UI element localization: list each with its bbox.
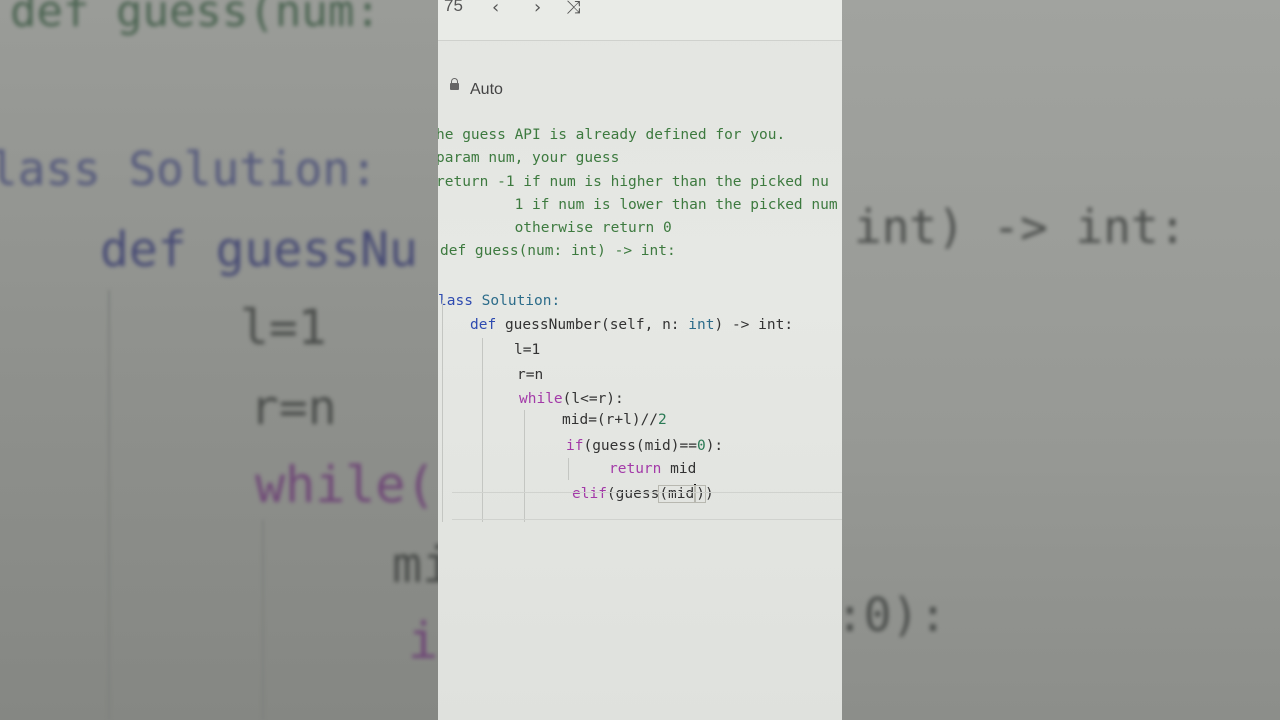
bg-guess-signature: def guess(num:: [10, 0, 381, 37]
def-keyword: def: [470, 317, 497, 333]
while-condition: (l<=r):: [562, 391, 624, 407]
code-comment-line: he guess API is already defined for you.: [438, 127, 786, 143]
def-return: ) -> int:: [714, 317, 794, 333]
language-selector[interactable]: Auto: [438, 72, 842, 108]
shuffle-icon[interactable]: ⤨: [566, 0, 580, 18]
problem-counter: 75: [444, 0, 463, 15]
if-condition: (guess(mid)==: [583, 438, 697, 454]
bg-indent-guide: [262, 520, 264, 720]
mid-divisor: 2: [658, 412, 667, 428]
code-line-r-assign: r=n: [517, 367, 544, 383]
chevron-right-icon[interactable]: ›: [534, 0, 541, 18]
bg-r-assign: r=n: [250, 380, 337, 436]
def-signature: guessNumber(self, n:: [504, 317, 680, 333]
code-editor[interactable]: he guess API is already defined for you.…: [438, 120, 842, 540]
code-line-if: if(guess(mid)==0):: [566, 437, 723, 455]
code-line-class: lass Solution:: [438, 292, 560, 310]
return-keyword: return: [609, 461, 662, 477]
return-value: mid: [661, 461, 697, 477]
blurred-background-right: int) -> int: :0):: [842, 0, 1280, 720]
class-keyword: lass: [438, 293, 473, 309]
code-comment-line: param num, your guess: [438, 150, 620, 166]
code-line-while: while(l<=r):: [519, 390, 624, 408]
def-param-type: int: [688, 317, 715, 333]
bg-mid-line: mi: [392, 536, 438, 594]
code-line-def: def guessNumber(self, n: int) -> int:: [470, 316, 793, 334]
if-keyword: if: [566, 438, 584, 454]
code-line-l-assign: l=1: [514, 342, 541, 358]
while-keyword: while: [519, 391, 563, 407]
code-line-mid: mid=(r+l)//2: [562, 411, 667, 429]
if-end: ):: [705, 438, 724, 454]
bg-while-line: while(: [255, 456, 436, 514]
language-label[interactable]: Auto: [470, 81, 503, 99]
chevron-left-icon[interactable]: ‹: [492, 0, 499, 18]
code-comment-line: 1 if num is lower than the picked num: [438, 197, 838, 213]
code-comment-line: def guess(num: int) -> int:: [440, 243, 676, 259]
lock-icon: [450, 78, 459, 90]
bg-indent-guide: [108, 290, 110, 720]
bg-def-line: def guessNu: [100, 222, 418, 278]
current-line-highlight: [452, 492, 842, 520]
indent-guide: [442, 300, 443, 522]
bg-l-assign: l=1: [240, 300, 327, 356]
bg-return-type: int) -> int:: [854, 200, 1187, 254]
bg-class-line: lass Solution:: [0, 142, 378, 196]
code-line-return: return mid: [609, 460, 696, 478]
class-name: Solution:: [481, 293, 561, 309]
phone-screen: 75 ‹ › ⤨ Auto he guess API is already de…: [438, 0, 842, 720]
mid-expression: mid=(r+l)//: [562, 412, 659, 428]
blurred-background-left: def guess(num: lass Solution: def guessN…: [0, 0, 438, 720]
bg-zero-compare: :0):: [842, 588, 947, 642]
problem-nav-bar: 75 ‹ › ⤨: [438, 0, 842, 41]
indent-guide: [568, 458, 569, 480]
if-zero: 0: [696, 438, 706, 454]
code-comment-line: return -1 if num is higher than the pick…: [438, 174, 829, 190]
bg-if-line: i: [408, 612, 438, 670]
code-comment-line: otherwise return 0: [438, 220, 672, 236]
